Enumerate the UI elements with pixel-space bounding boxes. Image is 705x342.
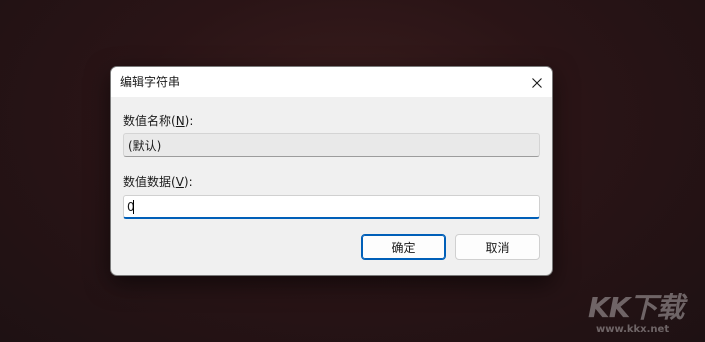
text-caret <box>133 200 134 214</box>
cancel-button[interactable]: 取消 <box>455 234 540 260</box>
value-data-hotkey: V <box>175 175 184 189</box>
ok-button[interactable]: 确定 <box>361 234 446 260</box>
value-name-hotkey: N <box>175 114 185 128</box>
value-name-field: (默认) <box>123 133 540 157</box>
value-data-label: 数值数据(V): <box>123 173 193 190</box>
dialog-title: 编辑字符串 <box>120 75 181 89</box>
value-name-label: 数值名称(N): <box>123 112 193 129</box>
value-data-input[interactable] <box>123 195 540 219</box>
site-watermark: KK下载 www.kkx.net <box>588 286 705 342</box>
value-name-label-text: 数值名称( <box>123 114 176 128</box>
title-bar[interactable]: 编辑字符串 <box>111 67 552 97</box>
value-data-label-text: 数值数据( <box>123 175 176 189</box>
edit-string-dialog: 编辑字符串 数值名称(N): (默认) 数值数据(V): 确定 取消 <box>110 66 553 276</box>
watermark-logo: KK下载 <box>588 291 684 324</box>
close-icon <box>532 73 542 92</box>
close-button[interactable] <box>522 67 552 97</box>
value-name-label-suffix: ): <box>184 114 194 128</box>
watermark-url: www.kkx.net <box>596 324 670 335</box>
value-data-label-suffix: ): <box>183 175 193 189</box>
value-name-text: (默认) <box>128 139 162 153</box>
